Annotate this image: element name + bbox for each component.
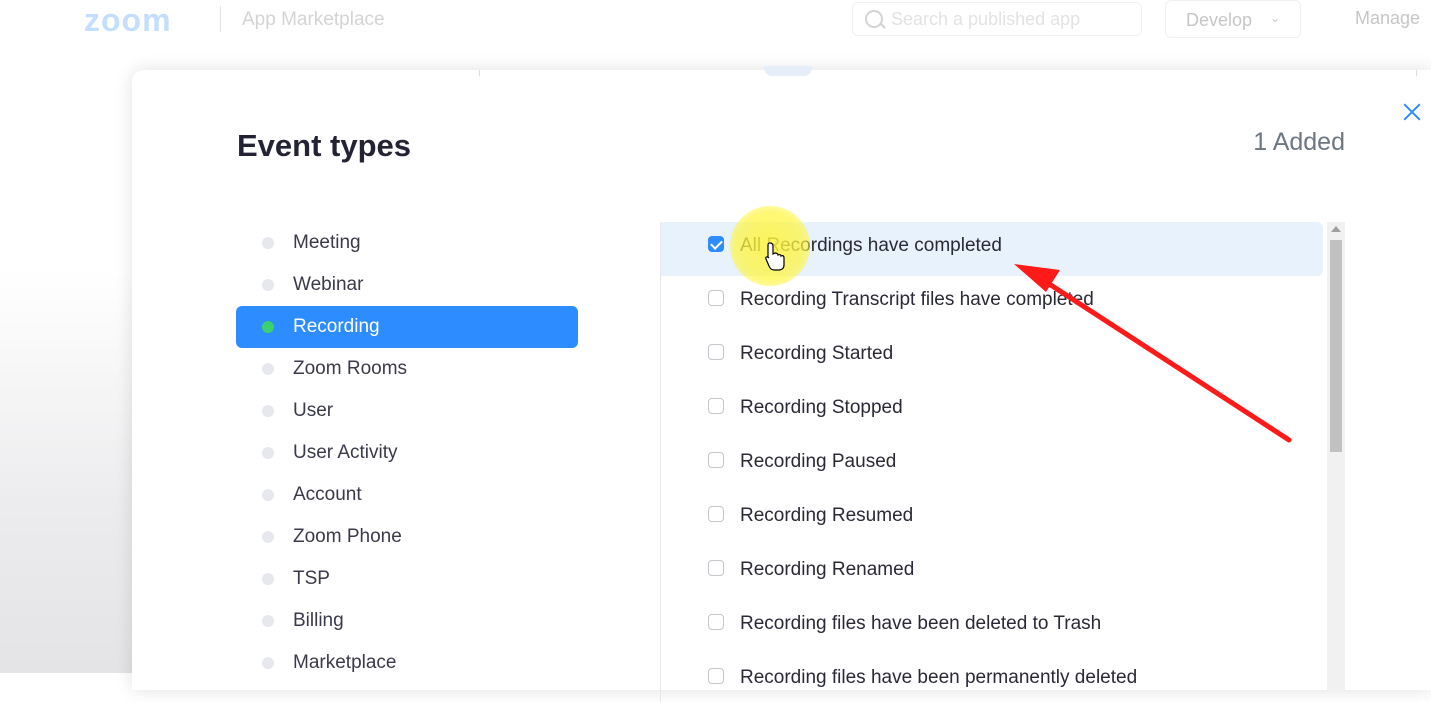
status-dot-icon (262, 237, 274, 249)
close-icon[interactable] (1400, 100, 1424, 124)
status-dot-icon (262, 279, 274, 291)
status-dot-icon (262, 615, 274, 627)
category-item-webinar[interactable]: Webinar (236, 264, 578, 306)
event-item[interactable]: Recording Renamed (661, 546, 1323, 600)
checkbox[interactable] (708, 344, 724, 360)
scrollbar-thumb[interactable] (1330, 240, 1342, 452)
category-list: Meeting Webinar Recording Zoom Rooms User Use… (236, 222, 578, 684)
checkbox[interactable] (708, 614, 724, 630)
nav-divider (220, 6, 221, 32)
status-dot-icon (262, 489, 274, 501)
category-item-zoom-phone[interactable]: Zoom Phone (236, 516, 578, 558)
event-list: All Recordings have completed Recording T… (661, 222, 1323, 692)
category-label: Zoom Rooms (293, 358, 408, 379)
top-nav: zoom App Marketplace Search a published … (0, 0, 1431, 40)
event-label: Recording Transcript files have complete… (740, 289, 1094, 310)
scrollbar[interactable] (1327, 222, 1345, 692)
event-item[interactable]: Recording Stopped (661, 384, 1323, 438)
background-toggle (764, 66, 812, 76)
added-count: 1 Added (1253, 128, 1345, 156)
checkbox[interactable] (708, 560, 724, 576)
event-label: Recording Paused (740, 451, 897, 472)
marketplace-title[interactable]: App Marketplace (242, 9, 385, 31)
category-label: User Activity (293, 442, 398, 463)
event-label: Recording files have been deleted to Tra… (740, 613, 1102, 634)
status-dot-icon (262, 321, 274, 333)
background-divider (1416, 70, 1417, 76)
category-item-marketplace[interactable]: Marketplace (236, 642, 578, 684)
category-label: Account (293, 484, 362, 505)
background-divider (479, 70, 480, 76)
chevron-down-icon: ⌄ (1270, 11, 1281, 25)
category-item-meeting[interactable]: Meeting (236, 222, 578, 264)
checkbox[interactable] (708, 398, 724, 414)
category-item-user-activity[interactable]: User Activity (236, 432, 578, 474)
event-item[interactable]: Recording files have been deleted to Tra… (661, 600, 1323, 654)
category-item-zoom-rooms[interactable]: Zoom Rooms (236, 348, 578, 390)
category-label: Zoom Phone (293, 526, 402, 547)
event-item[interactable]: Recording Started (661, 330, 1323, 384)
scroll-up-arrow-icon[interactable] (1331, 226, 1341, 232)
status-dot-icon (262, 447, 274, 459)
category-label: Billing (293, 610, 344, 631)
checkbox[interactable] (708, 506, 724, 522)
category-item-billing[interactable]: Billing (236, 600, 578, 642)
event-label: Recording Resumed (740, 505, 914, 526)
category-item-account[interactable]: Account (236, 474, 578, 516)
category-label: TSP (293, 568, 330, 589)
checked-checkbox[interactable] (708, 236, 724, 252)
search-icon (865, 10, 883, 28)
status-dot-icon (262, 531, 274, 543)
develop-dropdown[interactable]: Develop ⌄ (1165, 0, 1301, 38)
checkbox[interactable] (708, 290, 724, 306)
event-label: Recording Stopped (740, 397, 903, 418)
status-dot-icon (262, 573, 274, 585)
category-label: Meeting (293, 232, 361, 253)
event-types-modal: Event types 1 Added Meeting Webinar Record… (132, 66, 1431, 702)
status-dot-icon (262, 363, 274, 375)
category-label: Marketplace (293, 652, 397, 673)
modal-title: Event types (237, 128, 412, 163)
zoom-logo[interactable]: zoom (84, 2, 172, 39)
develop-label: Develop (1186, 10, 1253, 30)
category-item-user[interactable]: User (236, 390, 578, 432)
status-dot-icon (262, 405, 274, 417)
category-item-tsp[interactable]: TSP (236, 558, 578, 600)
category-item-recording[interactable]: Recording (236, 306, 578, 348)
category-label: Webinar (293, 274, 364, 295)
event-item[interactable]: Recording files have been permanently de… (661, 654, 1323, 692)
event-label: Recording Started (740, 343, 894, 364)
event-item[interactable]: Recording Resumed (661, 492, 1323, 546)
checkbox[interactable] (708, 668, 724, 684)
search-placeholder: Search a published app (891, 9, 1081, 29)
checkbox[interactable] (708, 452, 724, 468)
cursor-highlight (730, 206, 810, 286)
search-input[interactable]: Search a published app (852, 2, 1142, 36)
event-item[interactable]: Recording Paused (661, 438, 1323, 492)
category-label: Recording (293, 316, 380, 337)
status-dot-icon (262, 657, 274, 669)
event-label: Recording Renamed (740, 559, 915, 580)
manage-link[interactable]: Manage (1355, 8, 1420, 29)
event-label: Recording files have been permanently de… (740, 667, 1138, 688)
category-label: User (293, 400, 334, 421)
